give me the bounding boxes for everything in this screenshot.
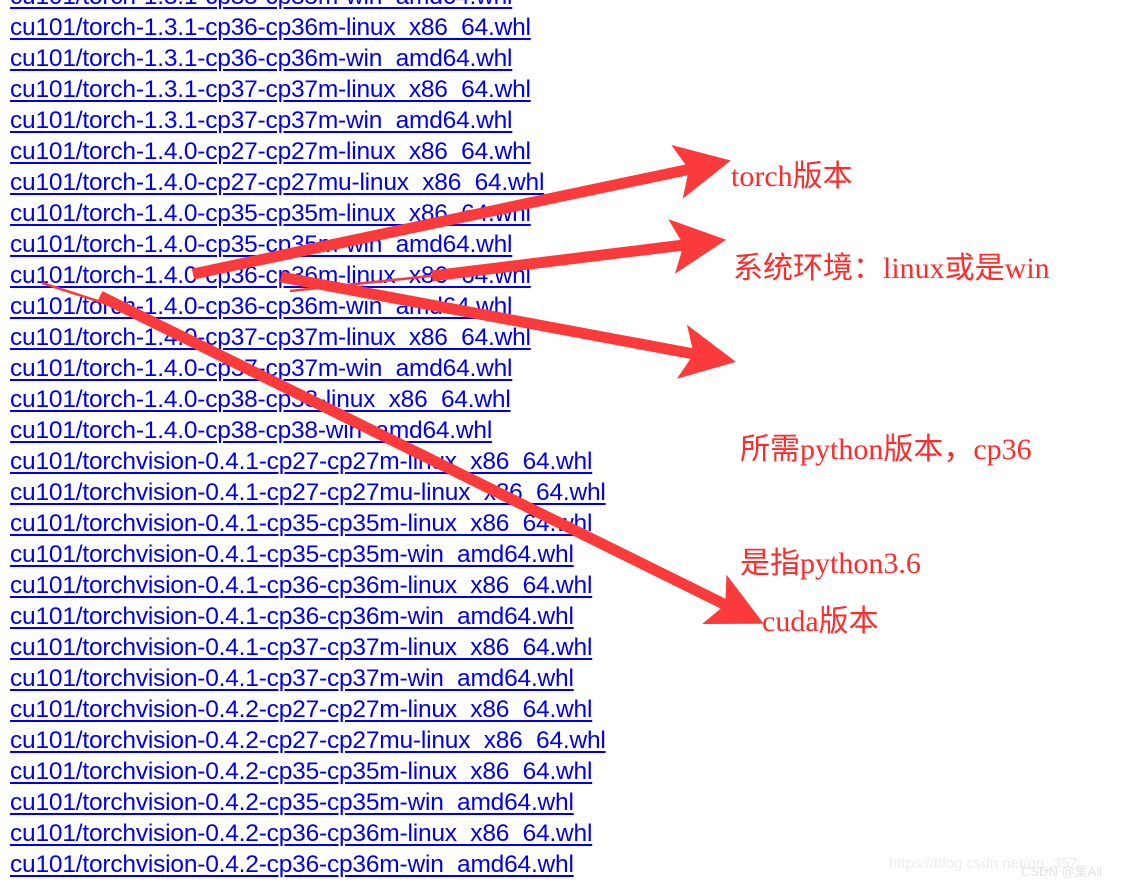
wheel-link[interactable]: cu101/torch-1.4.0-cp36-cp36m-win_amd64.w… [10, 293, 512, 320]
wheel-link[interactable]: cu101/torch-1.4.0-cp37-cp37m-linux_x86_6… [10, 324, 531, 351]
list-item[interactable]: cu101/torch-1.4.0-cp36-cp36m-win_amd64.w… [10, 291, 710, 322]
list-item[interactable]: cu101/torch-1.4.0-cp38-cp38-linux_x86_64… [10, 384, 710, 415]
list-item[interactable]: cu101/torchvision-0.4.2-cp36-cp36m-linux… [10, 818, 710, 849]
wheel-link[interactable]: cu101/torchvision-0.4.1-cp37-cp37m-win_a… [10, 665, 574, 692]
wheel-file-link-list: cu101/torch-1.3.1-cp35-cp35m-win_amd64.w… [10, 0, 710, 880]
wheel-link[interactable]: cu101/torchvision-0.4.2-cp36-cp36m-linux… [10, 820, 592, 847]
annotation-label-python-version-line1: 所需python版本，cp36 [740, 433, 1032, 466]
list-item[interactable]: cu101/torch-1.3.1-cp36-cp36m-win_amd64.w… [10, 43, 710, 74]
list-item[interactable]: cu101/torch-1.3.1-cp37-cp37m-linux_x86_6… [10, 74, 710, 105]
wheel-link[interactable]: cu101/torchvision-0.4.1-cp35-cp35m-win_a… [10, 541, 574, 568]
list-item[interactable]: cu101/torch-1.3.1-cp36-cp36m-linux_x86_6… [10, 12, 710, 43]
wheel-link[interactable]: cu101/torch-1.4.0-cp37-cp37m-win_amd64.w… [10, 355, 512, 382]
wheel-link[interactable]: cu101/torch-1.4.0-cp38-cp38-win_amd64.wh… [10, 417, 492, 444]
wheel-link[interactable]: cu101/torch-1.3.1-cp36-cp36m-linux_x86_6… [10, 14, 531, 41]
wheel-link[interactable]: cu101/torch-1.3.1-cp36-cp36m-win_amd64.w… [10, 45, 512, 72]
wheel-link[interactable]: cu101/torchvision-0.4.2-cp27-cp27m-linux… [10, 696, 592, 723]
annotation-label-torch-version: torch版本 [731, 160, 853, 193]
wheel-link[interactable]: cu101/torchvision-0.4.1-cp27-cp27m-linux… [10, 448, 592, 475]
list-item[interactable]: cu101/torchvision-0.4.2-cp27-cp27m-linux… [10, 694, 710, 725]
wheel-link[interactable]: cu101/torch-1.4.0-cp36-cp36m-linux_x86_6… [10, 262, 531, 289]
wheel-link[interactable]: cu101/torchvision-0.4.1-cp35-cp35m-linux… [10, 510, 592, 537]
list-item[interactable]: cu101/torchvision-0.4.1-cp37-cp37m-win_a… [10, 663, 710, 694]
wheel-link[interactable]: cu101/torchvision-0.4.2-cp27-cp27mu-linu… [10, 727, 606, 754]
wheel-link[interactable]: cu101/torchvision-0.4.1-cp36-cp36m-linux… [10, 572, 592, 599]
list-item[interactable]: cu101/torchvision-0.4.1-cp37-cp37m-linux… [10, 632, 710, 663]
list-item[interactable]: cu101/torchvision-0.4.2-cp36-cp36m-win_a… [10, 849, 710, 880]
list-item[interactable]: cu101/torch-1.4.0-cp37-cp37m-win_amd64.w… [10, 353, 710, 384]
list-item[interactable]: cu101/torchvision-0.4.2-cp35-cp35m-win_a… [10, 787, 710, 818]
list-item[interactable]: cu101/torchvision-0.4.2-cp35-cp35m-linux… [10, 756, 710, 787]
wheel-link[interactable]: cu101/torch-1.3.1-cp35-cp35m-win_amd64.w… [10, 0, 512, 10]
wheel-link[interactable]: cu101/torchvision-0.4.2-cp36-cp36m-win_a… [10, 851, 574, 878]
wheel-link[interactable]: cu101/torchvision-0.4.2-cp35-cp35m-win_a… [10, 789, 574, 816]
list-item[interactable]: cu101/torchvision-0.4.1-cp36-cp36m-linux… [10, 570, 710, 601]
list-item[interactable]: cu101/torch-1.3.1-cp35-cp35m-win_amd64.w… [10, 0, 710, 12]
list-item[interactable]: cu101/torch-1.4.0-cp27-cp27m-linux_x86_6… [10, 136, 710, 167]
wheel-link[interactable]: cu101/torchvision-0.4.2-cp35-cp35m-linux… [10, 758, 592, 785]
csdn-author-watermark: CSDN @集All [1021, 864, 1103, 879]
list-item[interactable]: cu101/torch-1.4.0-cp38-cp38-win_amd64.wh… [10, 415, 710, 446]
wheel-link[interactable]: cu101/torch-1.4.0-cp35-cp35m-linux_x86_6… [10, 200, 531, 227]
annotation-label-os-environment: 系统环境：linux或是win [733, 252, 1050, 285]
wheel-link[interactable]: cu101/torch-1.3.1-cp37-cp37m-linux_x86_6… [10, 76, 531, 103]
annotation-label-python-version-line2: 是指python3.6 [740, 547, 921, 580]
wheel-link[interactable]: cu101/torch-1.4.0-cp38-cp38-linux_x86_64… [10, 386, 511, 413]
wheel-link[interactable]: cu101/torchvision-0.4.1-cp37-cp37m-linux… [10, 634, 592, 661]
list-item[interactable]: cu101/torchvision-0.4.1-cp35-cp35m-linux… [10, 508, 710, 539]
list-item[interactable]: cu101/torch-1.4.0-cp35-cp35m-win_amd64.w… [10, 229, 710, 260]
list-item[interactable]: cu101/torchvision-0.4.1-cp35-cp35m-win_a… [10, 539, 710, 570]
list-item[interactable]: cu101/torchvision-0.4.2-cp27-cp27mu-linu… [10, 725, 710, 756]
annotation-label-cuda-version: cuda版本 [762, 605, 879, 638]
list-item[interactable]: cu101/torch-1.3.1-cp37-cp37m-win_amd64.w… [10, 105, 710, 136]
list-item[interactable]: cu101/torchvision-0.4.1-cp27-cp27mu-linu… [10, 477, 710, 508]
wheel-link[interactable]: cu101/torch-1.4.0-cp35-cp35m-win_amd64.w… [10, 231, 512, 258]
list-item[interactable]: cu101/torch-1.4.0-cp37-cp37m-linux_x86_6… [10, 322, 710, 353]
list-item[interactable]: cu101/torchvision-0.4.1-cp36-cp36m-win_a… [10, 601, 710, 632]
list-item[interactable]: cu101/torch-1.4.0-cp27-cp27mu-linux_x86_… [10, 167, 710, 198]
wheel-link[interactable]: cu101/torch-1.4.0-cp27-cp27m-linux_x86_6… [10, 138, 531, 165]
screenshot-root: cu101/torch-1.3.1-cp35-cp35m-win_amd64.w… [0, 0, 1140, 885]
list-item[interactable]: cu101/torchvision-0.4.1-cp27-cp27m-linux… [10, 446, 710, 477]
wheel-link[interactable]: cu101/torchvision-0.4.1-cp36-cp36m-win_a… [10, 603, 574, 630]
list-item[interactable]: cu101/torch-1.4.0-cp36-cp36m-linux_x86_6… [10, 260, 710, 291]
wheel-link[interactable]: cu101/torchvision-0.4.1-cp27-cp27mu-linu… [10, 479, 606, 506]
list-item[interactable]: cu101/torch-1.4.0-cp35-cp35m-linux_x86_6… [10, 198, 710, 229]
wheel-link[interactable]: cu101/torch-1.4.0-cp27-cp27mu-linux_x86_… [10, 169, 544, 196]
wheel-link[interactable]: cu101/torch-1.3.1-cp37-cp37m-win_amd64.w… [10, 107, 512, 134]
